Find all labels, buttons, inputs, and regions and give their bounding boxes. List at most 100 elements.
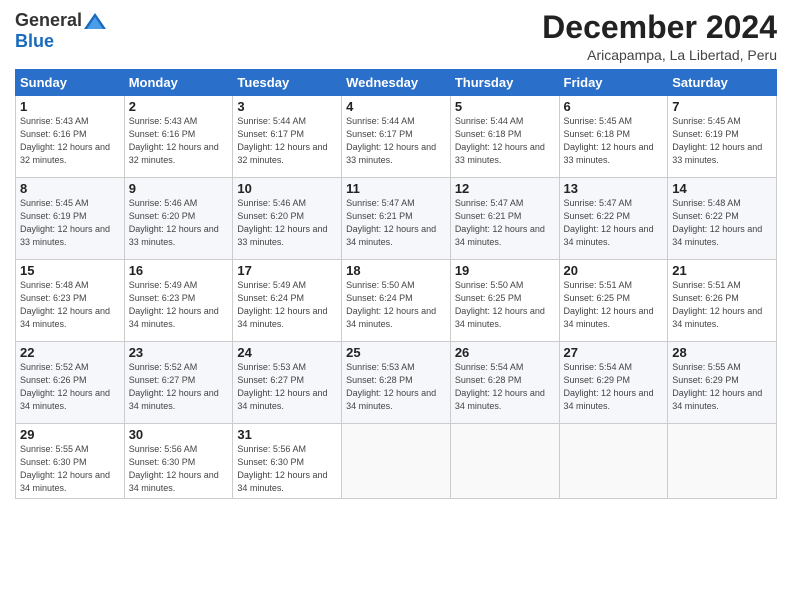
col-wednesday: Wednesday bbox=[342, 70, 451, 96]
day-number: 9 bbox=[129, 181, 229, 196]
day-info: Sunrise: 5:47 AMSunset: 6:21 PMDaylight:… bbox=[455, 198, 545, 247]
table-row: 23 Sunrise: 5:52 AMSunset: 6:27 PMDaylig… bbox=[124, 342, 233, 424]
table-row: 5 Sunrise: 5:44 AMSunset: 6:18 PMDayligh… bbox=[450, 96, 559, 178]
col-saturday: Saturday bbox=[668, 70, 777, 96]
day-number: 12 bbox=[455, 181, 555, 196]
day-info: Sunrise: 5:49 AMSunset: 6:23 PMDaylight:… bbox=[129, 280, 219, 329]
day-number: 1 bbox=[20, 99, 120, 114]
day-number: 6 bbox=[564, 99, 664, 114]
day-info: Sunrise: 5:51 AMSunset: 6:26 PMDaylight:… bbox=[672, 280, 762, 329]
table-row: 28 Sunrise: 5:55 AMSunset: 6:29 PMDaylig… bbox=[668, 342, 777, 424]
day-number: 17 bbox=[237, 263, 337, 278]
day-number: 15 bbox=[20, 263, 120, 278]
day-number: 26 bbox=[455, 345, 555, 360]
table-row: 14 Sunrise: 5:48 AMSunset: 6:22 PMDaylig… bbox=[668, 178, 777, 260]
day-number: 14 bbox=[672, 181, 772, 196]
day-info: Sunrise: 5:51 AMSunset: 6:25 PMDaylight:… bbox=[564, 280, 654, 329]
col-tuesday: Tuesday bbox=[233, 70, 342, 96]
day-number: 31 bbox=[237, 427, 337, 442]
day-info: Sunrise: 5:43 AMSunset: 6:16 PMDaylight:… bbox=[20, 116, 110, 165]
week-row-2: 8 Sunrise: 5:45 AMSunset: 6:19 PMDayligh… bbox=[16, 178, 777, 260]
table-row: 10 Sunrise: 5:46 AMSunset: 6:20 PMDaylig… bbox=[233, 178, 342, 260]
day-number: 28 bbox=[672, 345, 772, 360]
day-info: Sunrise: 5:54 AMSunset: 6:29 PMDaylight:… bbox=[564, 362, 654, 411]
day-number: 27 bbox=[564, 345, 664, 360]
month-title: December 2024 bbox=[542, 10, 777, 45]
week-row-5: 29 Sunrise: 5:55 AMSunset: 6:30 PMDaylig… bbox=[16, 424, 777, 499]
day-number: 8 bbox=[20, 181, 120, 196]
table-row: 19 Sunrise: 5:50 AMSunset: 6:25 PMDaylig… bbox=[450, 260, 559, 342]
table-row: 6 Sunrise: 5:45 AMSunset: 6:18 PMDayligh… bbox=[559, 96, 668, 178]
table-row: 2 Sunrise: 5:43 AMSunset: 6:16 PMDayligh… bbox=[124, 96, 233, 178]
header-row: Sunday Monday Tuesday Wednesday Thursday… bbox=[16, 70, 777, 96]
day-number: 7 bbox=[672, 99, 772, 114]
col-sunday: Sunday bbox=[16, 70, 125, 96]
table-row: 22 Sunrise: 5:52 AMSunset: 6:26 PMDaylig… bbox=[16, 342, 125, 424]
table-row: 11 Sunrise: 5:47 AMSunset: 6:21 PMDaylig… bbox=[342, 178, 451, 260]
day-info: Sunrise: 5:53 AMSunset: 6:28 PMDaylight:… bbox=[346, 362, 436, 411]
table-row: 17 Sunrise: 5:49 AMSunset: 6:24 PMDaylig… bbox=[233, 260, 342, 342]
day-info: Sunrise: 5:43 AMSunset: 6:16 PMDaylight:… bbox=[129, 116, 219, 165]
day-info: Sunrise: 5:56 AMSunset: 6:30 PMDaylight:… bbox=[237, 444, 327, 493]
table-row: 26 Sunrise: 5:54 AMSunset: 6:28 PMDaylig… bbox=[450, 342, 559, 424]
table-row: 21 Sunrise: 5:51 AMSunset: 6:26 PMDaylig… bbox=[668, 260, 777, 342]
day-info: Sunrise: 5:50 AMSunset: 6:24 PMDaylight:… bbox=[346, 280, 436, 329]
day-number: 24 bbox=[237, 345, 337, 360]
day-info: Sunrise: 5:44 AMSunset: 6:17 PMDaylight:… bbox=[237, 116, 327, 165]
day-number: 13 bbox=[564, 181, 664, 196]
day-info: Sunrise: 5:44 AMSunset: 6:18 PMDaylight:… bbox=[455, 116, 545, 165]
table-row bbox=[450, 424, 559, 499]
day-info: Sunrise: 5:55 AMSunset: 6:30 PMDaylight:… bbox=[20, 444, 110, 493]
week-row-4: 22 Sunrise: 5:52 AMSunset: 6:26 PMDaylig… bbox=[16, 342, 777, 424]
col-monday: Monday bbox=[124, 70, 233, 96]
header-area: General Blue December 2024 Aricapampa, L… bbox=[15, 10, 777, 63]
logo-text: General bbox=[15, 10, 106, 31]
day-number: 23 bbox=[129, 345, 229, 360]
table-row bbox=[342, 424, 451, 499]
logo-general-text: General bbox=[15, 10, 82, 31]
day-info: Sunrise: 5:50 AMSunset: 6:25 PMDaylight:… bbox=[455, 280, 545, 329]
day-number: 25 bbox=[346, 345, 446, 360]
week-row-1: 1 Sunrise: 5:43 AMSunset: 6:16 PMDayligh… bbox=[16, 96, 777, 178]
table-row: 27 Sunrise: 5:54 AMSunset: 6:29 PMDaylig… bbox=[559, 342, 668, 424]
day-info: Sunrise: 5:45 AMSunset: 6:18 PMDaylight:… bbox=[564, 116, 654, 165]
day-number: 2 bbox=[129, 99, 229, 114]
day-info: Sunrise: 5:47 AMSunset: 6:21 PMDaylight:… bbox=[346, 198, 436, 247]
day-number: 18 bbox=[346, 263, 446, 278]
logo-area: General Blue bbox=[15, 10, 106, 52]
table-row: 25 Sunrise: 5:53 AMSunset: 6:28 PMDaylig… bbox=[342, 342, 451, 424]
day-number: 10 bbox=[237, 181, 337, 196]
day-number: 3 bbox=[237, 99, 337, 114]
day-info: Sunrise: 5:55 AMSunset: 6:29 PMDaylight:… bbox=[672, 362, 762, 411]
table-row: 13 Sunrise: 5:47 AMSunset: 6:22 PMDaylig… bbox=[559, 178, 668, 260]
col-friday: Friday bbox=[559, 70, 668, 96]
table-row: 7 Sunrise: 5:45 AMSunset: 6:19 PMDayligh… bbox=[668, 96, 777, 178]
table-row: 30 Sunrise: 5:56 AMSunset: 6:30 PMDaylig… bbox=[124, 424, 233, 499]
day-number: 16 bbox=[129, 263, 229, 278]
day-number: 30 bbox=[129, 427, 229, 442]
table-row: 9 Sunrise: 5:46 AMSunset: 6:20 PMDayligh… bbox=[124, 178, 233, 260]
day-info: Sunrise: 5:54 AMSunset: 6:28 PMDaylight:… bbox=[455, 362, 545, 411]
day-info: Sunrise: 5:53 AMSunset: 6:27 PMDaylight:… bbox=[237, 362, 327, 411]
day-number: 22 bbox=[20, 345, 120, 360]
table-row: 24 Sunrise: 5:53 AMSunset: 6:27 PMDaylig… bbox=[233, 342, 342, 424]
table-row bbox=[559, 424, 668, 499]
day-info: Sunrise: 5:48 AMSunset: 6:23 PMDaylight:… bbox=[20, 280, 110, 329]
day-number: 5 bbox=[455, 99, 555, 114]
day-info: Sunrise: 5:44 AMSunset: 6:17 PMDaylight:… bbox=[346, 116, 436, 165]
table-row: 15 Sunrise: 5:48 AMSunset: 6:23 PMDaylig… bbox=[16, 260, 125, 342]
title-area: December 2024 Aricapampa, La Libertad, P… bbox=[542, 10, 777, 63]
table-row: 8 Sunrise: 5:45 AMSunset: 6:19 PMDayligh… bbox=[16, 178, 125, 260]
table-row: 12 Sunrise: 5:47 AMSunset: 6:21 PMDaylig… bbox=[450, 178, 559, 260]
day-info: Sunrise: 5:49 AMSunset: 6:24 PMDaylight:… bbox=[237, 280, 327, 329]
table-row: 1 Sunrise: 5:43 AMSunset: 6:16 PMDayligh… bbox=[16, 96, 125, 178]
table-row bbox=[668, 424, 777, 499]
day-info: Sunrise: 5:52 AMSunset: 6:27 PMDaylight:… bbox=[129, 362, 219, 411]
day-info: Sunrise: 5:45 AMSunset: 6:19 PMDaylight:… bbox=[20, 198, 110, 247]
table-row: 16 Sunrise: 5:49 AMSunset: 6:23 PMDaylig… bbox=[124, 260, 233, 342]
day-number: 29 bbox=[20, 427, 120, 442]
logo-icon bbox=[84, 12, 106, 30]
day-number: 19 bbox=[455, 263, 555, 278]
day-info: Sunrise: 5:46 AMSunset: 6:20 PMDaylight:… bbox=[129, 198, 219, 247]
logo-blue-text: Blue bbox=[15, 31, 54, 52]
